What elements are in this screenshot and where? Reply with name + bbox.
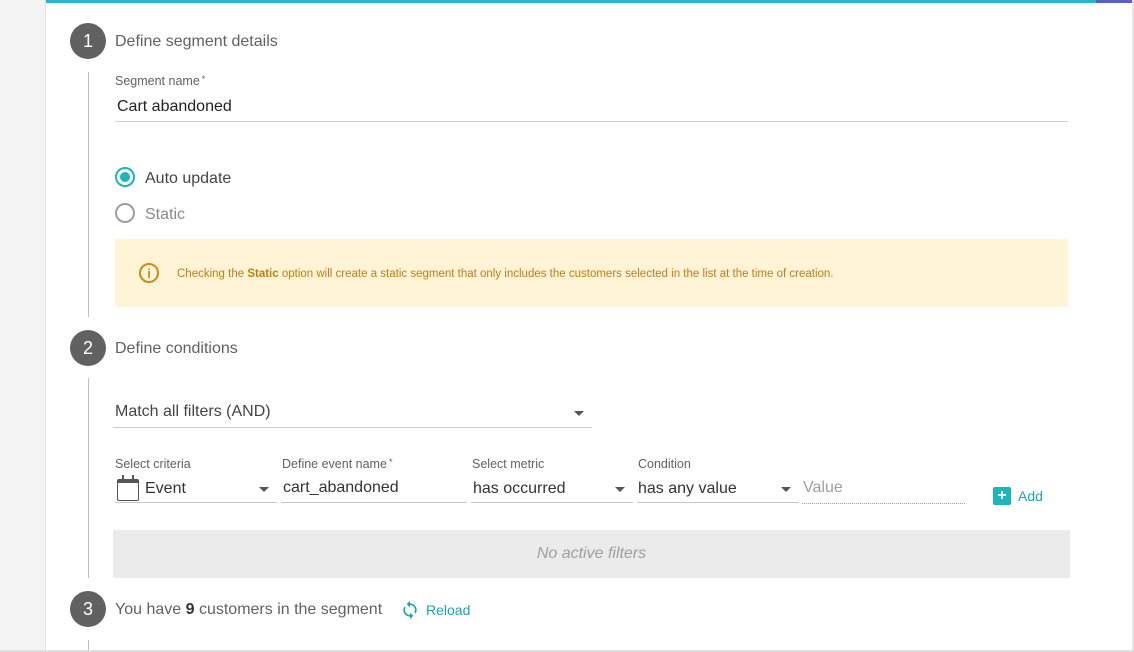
- left-sidebar: [0, 0, 46, 652]
- match-filters-chevron-down-icon[interactable]: [574, 411, 584, 416]
- metric-underline: [471, 502, 633, 503]
- criteria-underline: [115, 502, 277, 503]
- radio-static-label[interactable]: Static: [145, 206, 185, 224]
- step-2-number: 2: [70, 330, 106, 366]
- step-1-connector: [88, 72, 89, 317]
- criteria-chevron-down-icon[interactable]: [259, 487, 269, 492]
- refresh-icon: [403, 600, 417, 620]
- step-2-connector: [88, 378, 89, 578]
- step-3-number: 3: [70, 591, 106, 627]
- value-input[interactable]: Value: [803, 479, 843, 497]
- step-1-number: 1: [70, 23, 106, 59]
- event-name-input[interactable]: cart_abandoned: [283, 479, 399, 497]
- metric-select[interactable]: has occurred: [473, 480, 566, 498]
- segment-name-label: Segment name *: [115, 74, 206, 88]
- select-metric-label: Select metric: [472, 457, 545, 471]
- static-info-alert: i Checking the Static option will create…: [115, 239, 1068, 307]
- add-filter-label: Add: [1018, 488, 1043, 504]
- segment-customer-count: You have 9 customers in the segment: [115, 601, 383, 618]
- condition-underline: [637, 502, 799, 503]
- event-name-underline: [281, 502, 467, 503]
- condition-chevron-down-icon[interactable]: [781, 487, 791, 492]
- step-1-title: Define segment details: [115, 33, 278, 50]
- reload-button[interactable]: Reload: [400, 600, 470, 620]
- match-filters-underline: [113, 427, 592, 428]
- condition-label: Condition: [638, 457, 691, 471]
- static-info-text: Checking the Static option will create a…: [177, 268, 834, 280]
- top-accent-bar-end: [1096, 0, 1134, 3]
- top-accent-bar: [0, 0, 1134, 3]
- event-name-label: Define event name *: [282, 457, 393, 471]
- radio-static[interactable]: [115, 203, 135, 223]
- step-2-title: Define conditions: [115, 340, 238, 357]
- value-underline: [802, 503, 965, 504]
- segment-name-input[interactable]: Cart abandoned: [117, 98, 232, 116]
- select-criteria-label: Select criteria: [115, 457, 191, 471]
- add-filter-button[interactable]: + Add: [993, 486, 1043, 506]
- reload-label: Reload: [426, 602, 471, 618]
- metric-chevron-down-icon[interactable]: [615, 487, 625, 492]
- criteria-select[interactable]: Event: [145, 480, 186, 498]
- info-icon: i: [139, 263, 159, 283]
- radio-auto-update-label[interactable]: Auto update: [145, 170, 231, 188]
- condition-select[interactable]: has any value: [638, 480, 737, 498]
- radio-auto-update[interactable]: [115, 167, 135, 187]
- segment-name-underline: [115, 121, 1068, 122]
- match-filters-select[interactable]: Match all filters (AND): [115, 403, 271, 421]
- calendar-icon: [117, 475, 139, 501]
- no-active-filters-panel: No active filters: [113, 530, 1070, 578]
- plus-icon: +: [993, 487, 1011, 505]
